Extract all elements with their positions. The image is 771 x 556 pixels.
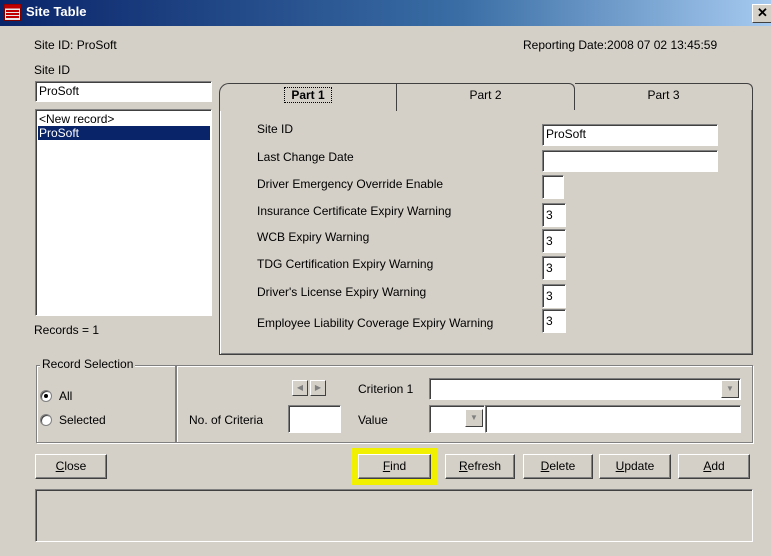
left-arrow-icon[interactable]: ◀ xyxy=(292,380,308,396)
liability-warning-value: 3 xyxy=(546,314,553,328)
reporting-date: Reporting Date:2008 07 02 13:45:59 xyxy=(523,38,718,52)
radio-all-label: All xyxy=(59,389,73,403)
site-id-field-value: ProSoft xyxy=(546,127,587,141)
criterion-select[interactable]: ▼ xyxy=(429,378,741,400)
update-button-label: pdate xyxy=(624,459,655,473)
tdg-warning-field[interactable]: 3 xyxy=(542,256,566,280)
wcb-warning-field[interactable]: 3 xyxy=(542,229,566,253)
value-dropdown-arrow-icon[interactable]: ▼ xyxy=(465,409,483,427)
radio-all-dot xyxy=(44,394,48,398)
last-change-date-label: Last Change Date xyxy=(257,150,354,164)
refresh-button[interactable]: Refresh xyxy=(445,454,515,479)
record-selection-legend: Record Selection xyxy=(40,357,136,371)
update-button-mnemonic: U xyxy=(615,459,625,473)
add-button-label: dd xyxy=(711,459,725,473)
records-count: Records = 1 xyxy=(34,323,100,337)
update-button[interactable]: Update xyxy=(599,454,671,479)
close-button-label: lose xyxy=(64,459,87,473)
insurance-warning-label: Insurance Certificate Expiry Warning xyxy=(257,204,452,218)
radio-selected[interactable]: Selected xyxy=(40,413,140,429)
radio-selected-button[interactable] xyxy=(40,414,52,426)
close-button[interactable]: Close xyxy=(35,454,107,479)
tab-part-1[interactable]: Part 1 xyxy=(219,83,397,111)
driver-override-field[interactable] xyxy=(542,175,564,199)
status-area xyxy=(35,489,753,542)
tab-part-1-label: Part 1 xyxy=(284,87,332,103)
site-id-field-label: Site ID xyxy=(257,122,294,136)
insurance-warning-field[interactable]: 3 xyxy=(542,203,566,227)
radio-all-button[interactable] xyxy=(40,390,52,402)
tab-part-3-label: Part 3 xyxy=(647,88,680,102)
value-input[interactable] xyxy=(485,405,741,433)
header-site-id-caption: Site ID: xyxy=(34,38,74,52)
no-of-criteria-input[interactable] xyxy=(288,405,341,433)
no-of-criteria-label: No. of Criteria xyxy=(189,413,264,427)
add-button[interactable]: Add xyxy=(678,454,750,479)
radio-all[interactable]: All xyxy=(40,389,130,405)
delete-button[interactable]: Delete xyxy=(523,454,593,479)
window-title: Site Table xyxy=(26,4,87,19)
tab-part-2[interactable]: Part 2 xyxy=(397,83,575,110)
list-item[interactable]: ProSoft xyxy=(38,126,210,140)
license-warning-value: 3 xyxy=(546,289,553,303)
site-id-label: Site ID xyxy=(34,63,71,77)
close-icon[interactable]: ✕ xyxy=(752,4,771,23)
site-id-search-input[interactable]: ProSoft xyxy=(35,81,212,102)
find-button-label: ind xyxy=(390,459,407,473)
site-id-field[interactable]: ProSoft xyxy=(542,124,718,146)
value-label: Value xyxy=(358,413,388,427)
header-site-id: Site ID: ProSoft xyxy=(34,38,117,52)
criterion-dropdown-arrow-icon[interactable]: ▼ xyxy=(721,380,739,398)
criterion-label: Criterion 1 xyxy=(358,382,414,396)
wcb-warning-value: 3 xyxy=(546,234,553,248)
license-warning-label: Driver's License Expiry Warning xyxy=(257,285,427,299)
liability-warning-field[interactable]: 3 xyxy=(542,309,566,333)
radio-selected-label: Selected xyxy=(59,413,106,427)
tab-part-2-label: Part 2 xyxy=(469,88,502,102)
list-item[interactable]: <New record> xyxy=(38,112,210,126)
tdg-warning-label: TDG Certification Expiry Warning xyxy=(257,257,434,271)
table-app-icon xyxy=(4,4,21,21)
site-id-search-value: ProSoft xyxy=(39,84,80,98)
find-button[interactable]: Find xyxy=(358,454,431,479)
delete-button-mnemonic: D xyxy=(540,459,550,473)
wcb-warning-label: WCB Expiry Warning xyxy=(257,230,370,244)
insurance-warning-value: 3 xyxy=(546,208,553,222)
site-table-window: Site Table ✕ Site ID: ProSoft Reporting … xyxy=(0,0,771,556)
tdg-warning-value: 3 xyxy=(546,261,553,275)
header-site-id-value: ProSoft xyxy=(76,38,117,52)
license-warning-field[interactable]: 3 xyxy=(542,284,566,308)
last-change-date-field[interactable] xyxy=(542,150,718,172)
driver-override-label: Driver Emergency Override Enable xyxy=(257,177,444,191)
value-operator-select[interactable]: ▼ xyxy=(429,405,485,433)
delete-button-label: elete xyxy=(549,459,576,473)
refresh-button-label: efresh xyxy=(467,459,502,473)
tab-part-3[interactable]: Part 3 xyxy=(575,83,753,110)
records-list[interactable]: <New record> ProSoft xyxy=(35,109,212,316)
refresh-button-mnemonic: R xyxy=(458,459,468,473)
liability-warning-label: Employee Liability Coverage Expiry Warni… xyxy=(257,316,494,330)
title-bar[interactable]: Site Table ✕ xyxy=(0,0,771,26)
right-arrow-icon[interactable]: ▶ xyxy=(310,380,326,396)
